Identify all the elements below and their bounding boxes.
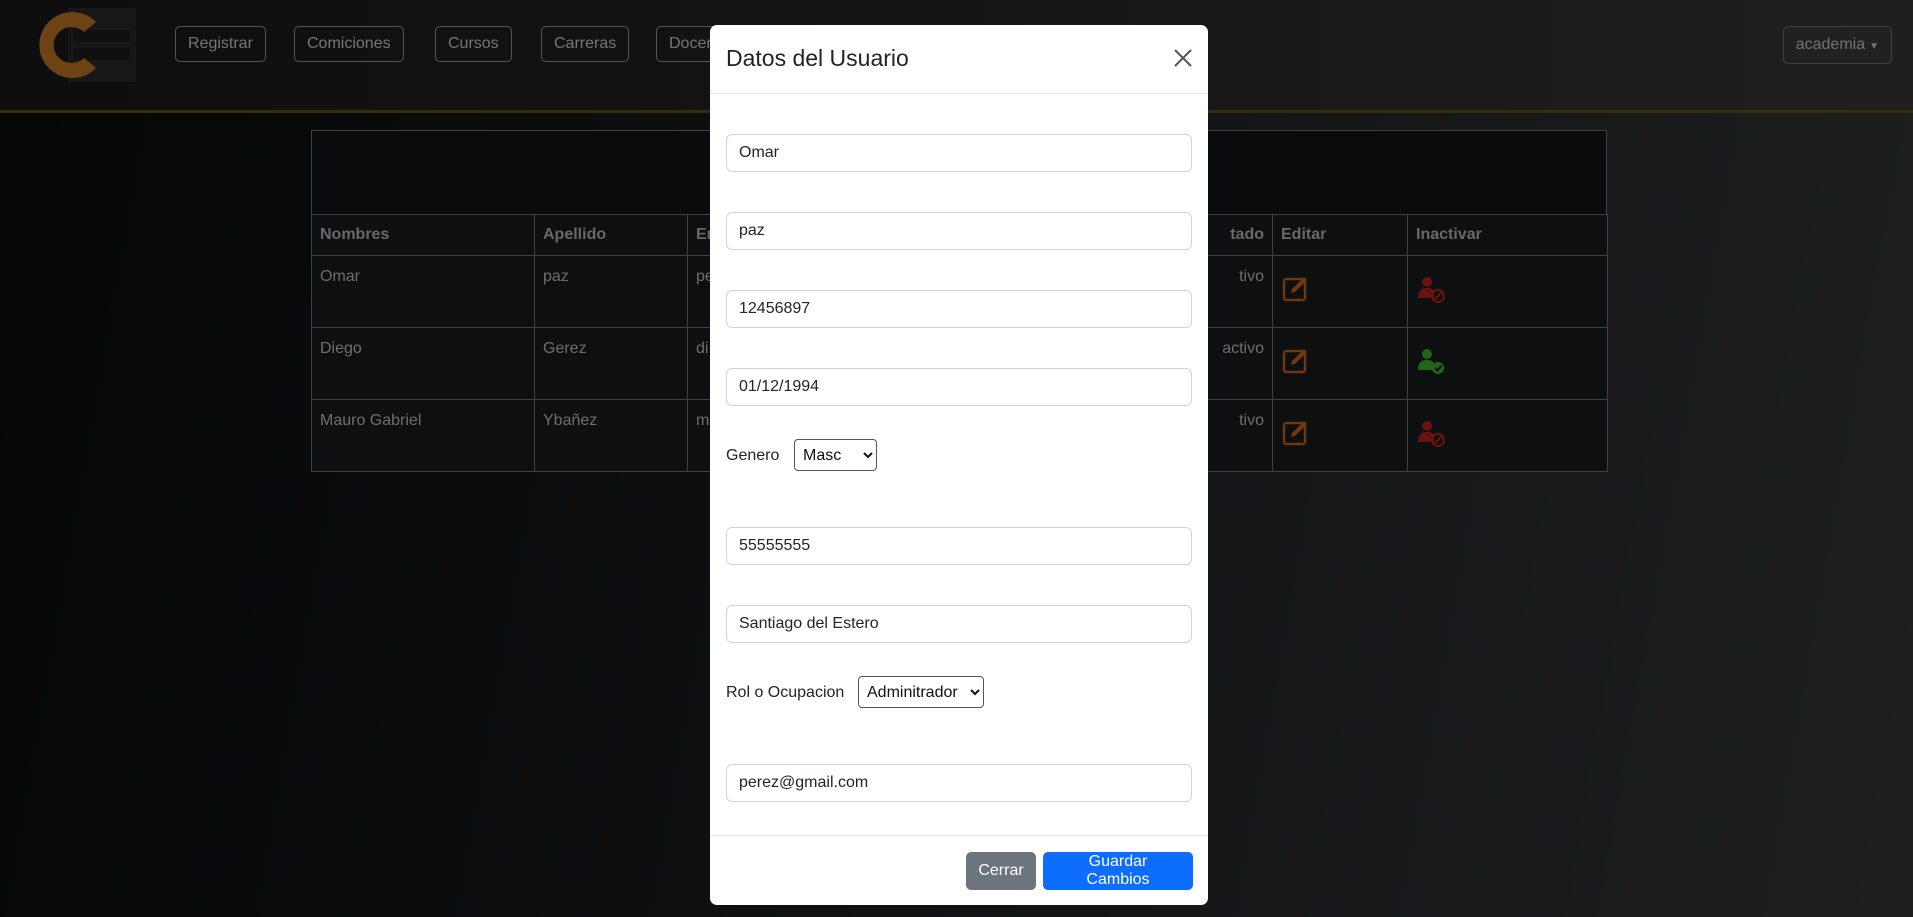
rol-select[interactable]: Adminitrador [858,676,984,708]
apellido-input[interactable] [726,212,1192,250]
modal-title: Datos del Usuario [726,45,909,71]
genero-label: Genero [726,447,780,464]
dni-input[interactable] [726,290,1192,328]
rol-label: Rol o Ocupacion [726,684,845,701]
modal-header: Datos del Usuario [710,25,1208,94]
direccion-input[interactable] [726,605,1192,643]
user-data-modal: Datos del Usuario Genero Masc Rol o Ocup… [710,25,1208,905]
guardar-cambios-button[interactable]: Guardar Cambios [1043,852,1193,890]
fecha-nacimiento-input[interactable] [726,368,1192,406]
genero-select[interactable]: Masc [794,439,877,471]
email-input[interactable] [726,764,1192,802]
cerrar-button[interactable]: Cerrar [966,852,1036,890]
modal-footer: Cerrar Guardar Cambios [710,835,1208,906]
telefono-input[interactable] [726,527,1192,565]
nombre-input[interactable] [726,134,1192,172]
close-icon[interactable] [1172,47,1194,69]
